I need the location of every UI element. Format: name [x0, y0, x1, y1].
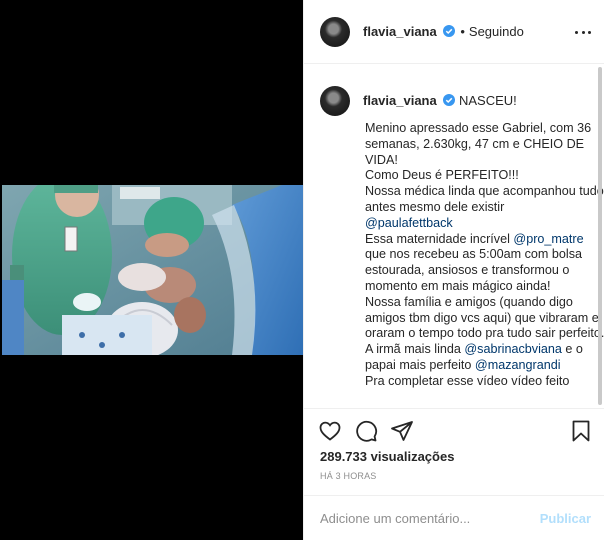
comment-icon[interactable] — [354, 419, 378, 443]
caption-line: Essa maternidade incrível @pro_matre que… — [365, 231, 584, 293]
caption-line: A irmã mais linda @sabrinacbviana e o pa… — [365, 342, 583, 372]
caption-line: Pra completar esse vídeo vídeo feito — [365, 373, 570, 388]
caption-headline: NASCEU! — [458, 93, 517, 108]
mention-link[interactable]: @pro_matre — [513, 232, 583, 246]
caption-line: Nossa família e amigos (quando digo amig… — [365, 294, 604, 341]
action-icons — [318, 419, 414, 443]
publish-button[interactable]: Publicar — [540, 511, 591, 526]
view-count[interactable]: 289.733 visualizações — [320, 449, 454, 464]
video-frame — [2, 185, 303, 355]
following-button[interactable]: Seguindo — [469, 24, 524, 39]
caption-header: flavia_viana NASCEU! — [363, 93, 517, 108]
username-link[interactable]: flavia_viana — [363, 24, 456, 39]
media-panel — [0, 0, 303, 540]
username[interactable]: flavia_viana — [363, 24, 437, 39]
avatar[interactable] — [320, 16, 350, 47]
caption-line: Nossa médica linda que acompanhou tudo a… — [365, 184, 604, 214]
post-details-panel: flavia_viana • Seguindo flavia_viana NAS… — [303, 0, 604, 540]
caption-line: Como Deus é PERFEITO!!! — [365, 168, 519, 183]
mention-link[interactable]: @mazangrandi — [475, 358, 561, 372]
caption-username[interactable]: flavia_viana — [363, 93, 437, 108]
comments-section[interactable]: flavia_viana NASCEU! Menino apressado es… — [304, 65, 604, 408]
bookmark-icon[interactable] — [569, 419, 593, 443]
post-header: flavia_viana • Seguindo — [304, 0, 604, 64]
actions-section: 289.733 visualizações HÁ 3 HORAS Publica… — [304, 408, 604, 540]
caption-avatar[interactable] — [320, 86, 350, 116]
scrollbar-thumb[interactable] — [598, 67, 602, 405]
separator-dot: • — [460, 24, 465, 39]
caption-line: Menino apressado esse Gabriel, com 36 se… — [365, 121, 592, 167]
more-icon[interactable] — [575, 24, 591, 40]
share-icon[interactable] — [390, 419, 414, 443]
verified-icon — [443, 94, 456, 106]
mention-link[interactable]: @paulafettback — [365, 216, 453, 230]
heart-icon[interactable] — [318, 419, 342, 443]
post-time[interactable]: HÁ 3 HORAS — [320, 471, 377, 481]
post-video[interactable] — [2, 185, 303, 355]
verified-icon — [443, 25, 456, 37]
mention-link[interactable]: @sabrinacbviana — [464, 342, 562, 356]
add-comment-bar: Publicar — [304, 495, 604, 540]
comments-scrollbar[interactable] — [597, 67, 603, 407]
caption-body: Menino apressado esse Gabriel, com 36 se… — [365, 121, 604, 390]
comment-input[interactable] — [320, 511, 540, 526]
